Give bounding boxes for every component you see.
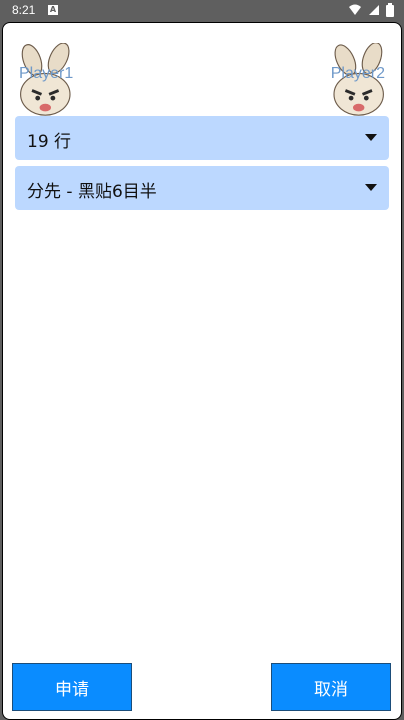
cancel-button[interactable]: 取消: [271, 663, 391, 711]
board-size-select[interactable]: 19 行: [15, 116, 389, 160]
player1-name: Player1: [19, 65, 74, 82]
dialog-panel: Player1 Player2 19 行 分先 - 黑贴6目半 申请 取消: [2, 22, 402, 720]
player2-name: Player2: [330, 65, 385, 82]
handicap-value: 分先 - 黑贴6目半: [27, 182, 157, 202]
status-icons: [348, 3, 394, 17]
status-time: 8:21: [12, 3, 36, 17]
dropdown-arrow-icon: [365, 134, 377, 141]
dropdown-arrow-icon: [365, 184, 377, 191]
signal-icon: [369, 5, 379, 15]
wifi-icon: [349, 4, 361, 15]
notification-icon: A: [48, 5, 58, 15]
status-bar: 8:21 A: [0, 0, 404, 22]
battery-icon: [386, 3, 394, 17]
handicap-select[interactable]: 分先 - 黑贴6目半: [15, 166, 389, 210]
board-size-value: 19 行: [27, 132, 72, 152]
apply-button[interactable]: 申请: [12, 663, 132, 711]
